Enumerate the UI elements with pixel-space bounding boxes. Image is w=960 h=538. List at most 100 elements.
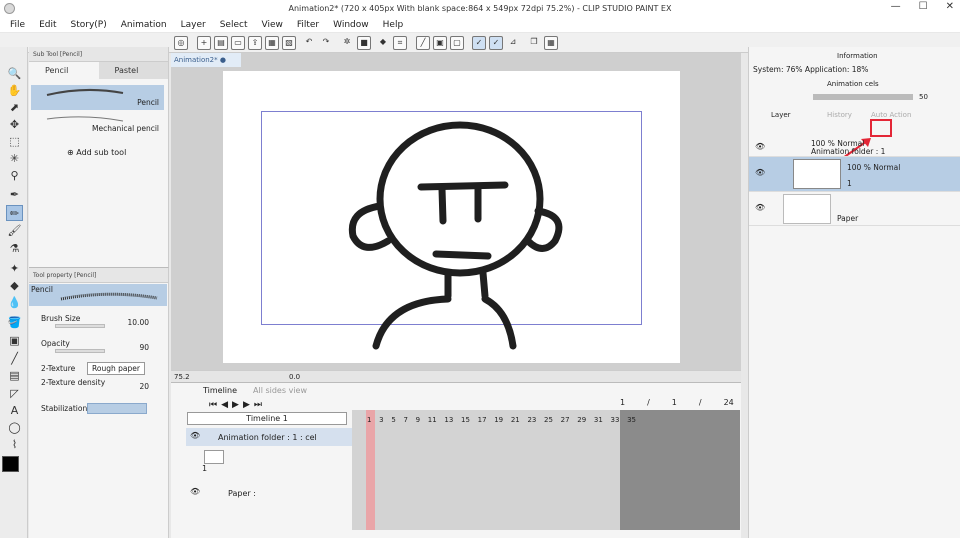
tab-information[interactable]: Information xyxy=(837,52,878,60)
new-file-icon[interactable]: + xyxy=(197,36,211,50)
layer-animation-folder[interactable]: 👁 100 % Normal Animation folder : 1 xyxy=(749,139,960,157)
move-tool-icon[interactable]: ✥ xyxy=(6,117,23,133)
text-tool-icon[interactable]: A xyxy=(6,403,23,419)
decoration-tool-icon[interactable]: ✦ xyxy=(6,261,23,277)
undo-icon[interactable]: ↶ xyxy=(302,36,316,50)
paper-eye-icon[interactable]: 👁 xyxy=(190,487,200,496)
figure-tool-icon[interactable]: ╱ xyxy=(6,351,23,367)
subtool-pencil[interactable]: Pencil xyxy=(31,85,164,110)
magic-wand-icon[interactable]: ✳ xyxy=(6,151,23,167)
first-frame-icon[interactable]: ⏮ xyxy=(209,400,217,410)
snap-special-icon[interactable]: ▣ xyxy=(433,36,447,50)
crop-icon[interactable]: ⌗ xyxy=(393,36,407,50)
menu-help[interactable]: Help xyxy=(383,20,404,30)
fill-tool-icon[interactable]: 🪣 xyxy=(6,315,23,331)
eraser-tool-icon[interactable]: ◆ xyxy=(6,278,23,294)
tab-pastel[interactable]: Pastel xyxy=(99,62,169,79)
layer-cel-1[interactable]: 👁 100 % Normal 1 xyxy=(749,157,960,192)
timeline-select[interactable]: Timeline 1 xyxy=(187,412,347,425)
track-paper[interactable]: 👁 Paper : xyxy=(186,484,352,502)
share-icon[interactable]: ▧ xyxy=(282,36,296,50)
folder-eye-icon[interactable]: 👁 xyxy=(755,142,765,151)
menu-window[interactable]: Window xyxy=(333,20,369,30)
redo-icon[interactable]: ↷ xyxy=(319,36,333,50)
opacity-bar[interactable] xyxy=(813,94,913,100)
main-color-swatch[interactable] xyxy=(2,456,19,472)
document-tab[interactable]: Animation2* ● xyxy=(171,53,241,67)
save-icon[interactable]: ▭ xyxy=(231,36,245,50)
stroke-icon[interactable]: ✓ xyxy=(472,36,486,50)
balloon-tool-icon[interactable]: ◯ xyxy=(6,420,23,436)
settings-icon[interactable]: ▦ xyxy=(544,36,558,50)
gradient-tool-icon[interactable]: ▣ xyxy=(6,333,23,349)
hand-tool-icon[interactable]: ✋ xyxy=(6,83,23,99)
tab-history[interactable]: History xyxy=(827,111,852,119)
material-icon[interactable]: ❐ xyxy=(527,36,541,50)
blend-tool-icon[interactable]: 💧 xyxy=(6,295,23,311)
snap-grid-icon[interactable]: ▢ xyxy=(450,36,464,50)
export-icon[interactable]: ⇪ xyxy=(248,36,262,50)
opacity-row[interactable]: Opacity 90 xyxy=(41,339,161,353)
tab-auto-action[interactable]: Auto Action xyxy=(871,111,911,119)
prev-frame-icon[interactable]: ◀ xyxy=(221,400,228,410)
correct-line-tool-icon[interactable]: ⌇ xyxy=(6,437,23,453)
next-frame-icon[interactable]: ▶ xyxy=(243,400,250,410)
tab-pencil[interactable]: Pencil xyxy=(29,62,99,79)
layer-paper[interactable]: 👁 Paper xyxy=(749,192,960,226)
paper-layer-eye-icon[interactable]: 👁 xyxy=(755,203,765,212)
brush-size-row[interactable]: Brush Size 10.00 xyxy=(41,314,161,328)
texture-density-row[interactable]: 2-Texture density 20 xyxy=(41,378,161,392)
open-icon[interactable]: ▤ xyxy=(214,36,228,50)
cel-eye-icon[interactable]: 👁 xyxy=(755,168,765,177)
pencil-tool-icon[interactable]: ✏ xyxy=(6,205,23,221)
antialias-icon[interactable]: ✓ xyxy=(489,36,503,50)
last-frame-icon[interactable]: ⏭ xyxy=(254,400,262,410)
brush-tool-icon[interactable]: 🖌 xyxy=(6,223,23,239)
print-icon[interactable]: ▦ xyxy=(265,36,279,50)
eyedropper-icon[interactable]: ⚲ xyxy=(6,168,23,184)
zoom-tool-icon[interactable]: 🔍 xyxy=(6,66,23,82)
timeline-grid[interactable]: 1 3 5 7 9 11 13 15 17 19 21 23 25 27 29 31 33 35 xyxy=(352,410,740,530)
menu-view[interactable]: View xyxy=(261,20,282,30)
tab-layer[interactable]: Layer xyxy=(771,111,791,119)
visibility-eye-icon[interactable]: 👁 xyxy=(190,431,200,440)
stabilization-slider[interactable] xyxy=(87,403,147,414)
playhead[interactable] xyxy=(366,410,375,530)
ruler-tool-icon[interactable]: ◸ xyxy=(6,386,23,402)
pen-tool-icon[interactable]: ✒ xyxy=(6,187,23,203)
menu-layer[interactable]: Layer xyxy=(181,20,206,30)
clip-studio-icon[interactable]: ◎ xyxy=(174,36,188,50)
texture-row[interactable]: 2-Texture Rough paper xyxy=(41,362,161,378)
track-animation-folder[interactable]: 👁 Animation folder : 1 : cel xyxy=(186,428,352,446)
selection-tool-icon[interactable]: ⬚ xyxy=(6,134,23,150)
menu-edit[interactable]: Edit xyxy=(39,20,56,30)
close-button[interactable]: ✕ xyxy=(946,1,954,12)
brush-size-slider[interactable] xyxy=(55,324,105,328)
menu-animation[interactable]: Animation xyxy=(121,20,167,30)
clear-icon[interactable]: ✲ xyxy=(340,36,354,50)
close-tab-icon[interactable]: ● xyxy=(220,56,226,64)
operation-tool-icon[interactable]: ⬈ xyxy=(6,100,23,116)
stabilization-row[interactable]: Stabilization xyxy=(41,403,161,418)
airbrush-tool-icon[interactable]: ⚗ xyxy=(6,241,23,257)
frame-tool-icon[interactable]: ▤ xyxy=(6,368,23,384)
snap-ruler-icon[interactable]: ╱ xyxy=(416,36,430,50)
tab-timeline[interactable]: Timeline xyxy=(203,386,237,395)
frame-label: 19 xyxy=(494,416,504,424)
subtool-mechanical-pencil[interactable]: Mechanical pencil xyxy=(31,111,164,136)
fill-icon[interactable]: ■ xyxy=(357,36,371,50)
transform-icon[interactable]: ◆ xyxy=(376,36,390,50)
minimize-button[interactable]: — xyxy=(891,1,901,12)
texture-select[interactable]: Rough paper xyxy=(87,362,145,375)
add-sub-tool-button[interactable]: ⊕ Add sub tool xyxy=(67,148,126,157)
maximize-button[interactable]: ☐ xyxy=(919,1,928,12)
tab-all-sides[interactable]: All sides view xyxy=(253,386,307,395)
play-icon[interactable]: ▶ xyxy=(232,400,239,410)
menu-story[interactable]: Story(P) xyxy=(71,20,107,30)
menu-file[interactable]: File xyxy=(10,20,25,30)
menu-select[interactable]: Select xyxy=(220,20,248,30)
opacity-slider[interactable] xyxy=(55,349,105,353)
menu-filter[interactable]: Filter xyxy=(297,20,319,30)
ruler-icon[interactable]: ⊿ xyxy=(506,36,520,50)
tab-animation-cels[interactable]: Animation cels xyxy=(827,80,879,88)
